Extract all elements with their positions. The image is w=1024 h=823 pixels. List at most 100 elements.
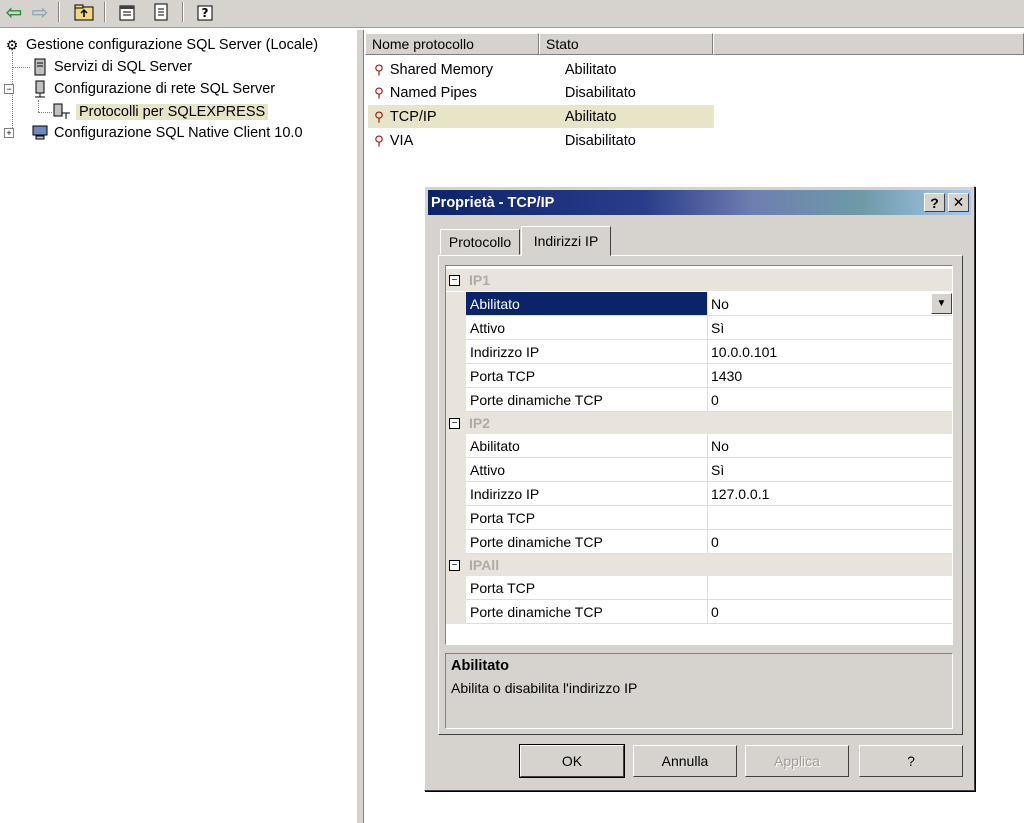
property-value[interactable]: 0	[708, 388, 952, 412]
grid-row-attivo[interactable]: Attivo Sì	[446, 316, 952, 340]
up-folder-icon[interactable]	[72, 1, 96, 23]
property-value[interactable]: 1430	[708, 364, 952, 388]
protocol-icon: ⚲	[374, 84, 384, 100]
grid-row-porte-dinamiche[interactable]: Porte dinamiche TCP 0	[446, 388, 952, 412]
toolbar: ⇦ ⇨ ?	[0, 0, 1024, 28]
property-value[interactable]: 127.0.0.1	[708, 482, 952, 506]
property-name: Abilitato	[466, 292, 708, 316]
property-grid: − IP1 Abilitato No ▼ Attivo Sì Indirizzo…	[445, 265, 953, 645]
property-value[interactable]: 0	[708, 600, 952, 624]
forward-icon[interactable]: ⇨	[28, 1, 52, 24]
back-icon[interactable]: ⇦	[2, 1, 26, 24]
description-text: Abilita o disabilita l'indirizzo IP	[451, 680, 638, 696]
tree-item-label: Configurazione SQL Native Client 10.0	[54, 125, 303, 141]
properties-icon[interactable]	[116, 1, 140, 23]
property-value[interactable]	[708, 576, 952, 600]
property-value[interactable]: 0	[708, 530, 952, 554]
tab-protocollo[interactable]: Protocollo	[440, 229, 520, 255]
tree-item-label: Gestione configurazione SQL Server (Loca…	[26, 37, 319, 53]
property-name: Indirizzo IP	[466, 482, 708, 506]
column-header-name[interactable]: Nome protocollo	[365, 33, 539, 55]
tree-item-network-config[interactable]: Configurazione di rete SQL Server	[30, 78, 275, 100]
ok-button[interactable]: OK	[519, 744, 625, 778]
tree-item-native-client[interactable]: Configurazione SQL Native Client 10.0	[30, 122, 303, 144]
protocol-row-tcp-ip[interactable]: ⚲ TCP/IP Abilitato	[368, 105, 714, 128]
grid-category-ip1[interactable]: − IP1	[446, 269, 952, 291]
property-value[interactable]: Sì	[708, 316, 952, 340]
protocol-state: Disabilitato	[564, 132, 636, 149]
tree-item-label: Protocolli per SQLEXPRESS	[76, 104, 269, 120]
tree-line	[38, 100, 39, 112]
dialog-title: Proprietà - TCP/IP	[431, 194, 555, 211]
grid-row-porte-dinamiche[interactable]: Porte dinamiche TCP 0	[446, 530, 952, 554]
chevron-down-icon[interactable]: ▼	[931, 293, 952, 314]
protocol-state: Abilitato	[564, 108, 617, 125]
protocol-row-named-pipes[interactable]: ⚲ Named Pipes Disabilitato	[368, 81, 714, 104]
help-icon[interactable]: ?	[194, 1, 218, 23]
property-value[interactable]	[708, 506, 952, 530]
property-name: Porta TCP	[466, 576, 708, 600]
property-name: Porta TCP	[466, 364, 708, 388]
grid-row-abilitato[interactable]: Abilitato No ▼	[446, 292, 952, 316]
tree-item-services[interactable]: Servizi di SQL Server	[30, 56, 192, 78]
pane-splitter[interactable]	[356, 30, 364, 823]
description-title: Abilitato	[451, 658, 509, 674]
column-header-state[interactable]: Stato	[539, 33, 713, 55]
grid-row-indirizzo-ip[interactable]: Indirizzo IP 10.0.0.101	[446, 340, 952, 364]
protocol-row-via[interactable]: ⚲ VIA Disabilitato	[368, 129, 714, 152]
collapse-icon[interactable]: −	[449, 417, 460, 429]
grid-row-porta-tcp[interactable]: Porta TCP	[446, 576, 952, 600]
help-button[interactable]: ?	[859, 745, 963, 777]
property-name: Porte dinamiche TCP	[466, 388, 708, 412]
category-label: IPAll	[469, 557, 500, 573]
property-name: Indirizzo IP	[466, 340, 708, 364]
protocol-row-shared-memory[interactable]: ⚲ Shared Memory Abilitato	[368, 58, 714, 81]
help-title-button[interactable]: ?	[924, 193, 945, 212]
server-services-icon	[30, 57, 50, 77]
protocol-state: Disabilitato	[564, 84, 636, 101]
dialog-title-bar[interactable]: Proprietà - TCP/IP ? ✕	[428, 190, 971, 215]
network-config-icon	[30, 79, 50, 99]
toolbar-separator	[104, 2, 106, 22]
protocol-icon: ⚲	[374, 108, 384, 124]
tab-indirizzi-ip[interactable]: Indirizzi IP	[521, 226, 611, 256]
protocol-icon: ⚲	[374, 61, 384, 77]
close-button[interactable]: ✕	[948, 193, 969, 212]
tree-pane: ⚙ Gestione configurazione SQL Server (Lo…	[0, 30, 356, 823]
grid-row-porta-tcp[interactable]: Porta TCP	[446, 506, 952, 530]
property-value-dropdown[interactable]: No ▼	[708, 292, 952, 316]
protocol-name: TCP/IP	[389, 108, 437, 125]
tree-item-root[interactable]: ⚙ Gestione configurazione SQL Server (Lo…	[2, 34, 318, 56]
property-value[interactable]: Sì	[708, 458, 952, 482]
svg-text:?: ?	[202, 6, 209, 20]
property-value[interactable]: 10.0.0.101	[708, 340, 952, 364]
tree-item-label: Configurazione di rete SQL Server	[54, 81, 276, 97]
column-header-empty	[713, 33, 1024, 55]
cancel-button[interactable]: Annulla	[633, 745, 737, 777]
protocol-state: Abilitato	[564, 61, 617, 78]
grid-row-porte-dinamiche[interactable]: Porte dinamiche TCP 0	[446, 600, 952, 624]
grid-row-abilitato[interactable]: Abilitato No	[446, 434, 952, 458]
expand-icon[interactable]: +	[4, 128, 14, 138]
tree-item-label: Servizi di SQL Server	[54, 59, 193, 75]
collapse-icon[interactable]: −	[449, 274, 460, 286]
grid-category-ip2[interactable]: − IP2	[446, 412, 952, 434]
grid-category-ipall[interactable]: − IPAll	[446, 554, 952, 576]
tree-line	[12, 67, 30, 68]
protocol-name: Named Pipes	[389, 84, 477, 101]
protocol-name: VIA	[389, 132, 414, 149]
collapse-icon[interactable]: −	[449, 559, 460, 571]
export-icon[interactable]	[150, 1, 174, 23]
description-panel: Abilitato Abilita o disabilita l'indiriz…	[445, 653, 953, 729]
tree-item-protocols[interactable]: Protocolli per SQLEXPRESS	[52, 101, 269, 123]
category-label: IP1	[469, 272, 491, 288]
toolbar-separator	[182, 2, 184, 22]
collapse-icon[interactable]: −	[4, 84, 14, 94]
property-name: Attivo	[466, 316, 708, 340]
grid-row-porta-tcp[interactable]: Porta TCP 1430	[446, 364, 952, 388]
grid-row-attivo[interactable]: Attivo Sì	[446, 458, 952, 482]
list-header: Nome protocollo Stato	[365, 33, 1024, 55]
grid-row-indirizzo-ip[interactable]: Indirizzo IP 127.0.0.1	[446, 482, 952, 506]
property-value[interactable]: No	[708, 434, 952, 458]
apply-button[interactable]: Applica	[745, 745, 849, 777]
